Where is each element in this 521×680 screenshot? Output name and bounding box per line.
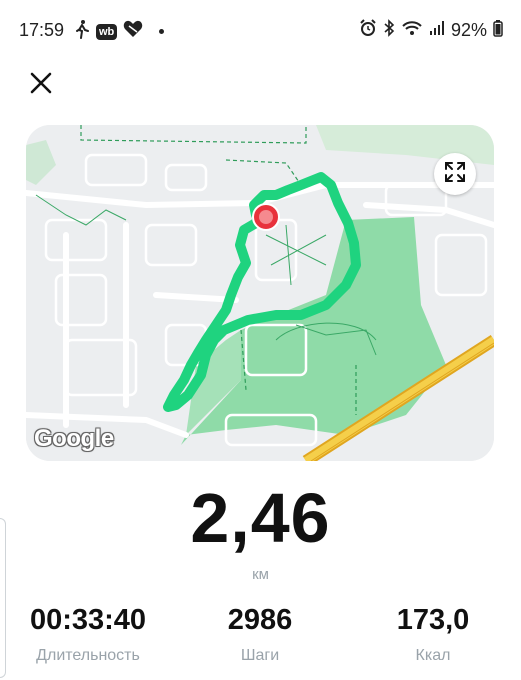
stat-calories: 173,0 Ккал <box>378 604 488 665</box>
status-left-icons: wb <box>74 19 165 44</box>
distance-value: 2,46 <box>190 479 331 557</box>
stat-duration-label: Длительность <box>36 647 140 664</box>
stat-steps-label: Шаги <box>240 647 280 664</box>
stat-steps: 2986 Шаги <box>200 604 320 665</box>
route-map[interactable]: Google <box>26 125 494 461</box>
alarm-icon <box>359 19 377 42</box>
stat-duration: 00:33:40 Длительность <box>18 604 158 665</box>
edge-panel-handle[interactable] <box>0 518 6 678</box>
stat-steps-value: 2986 <box>227 604 293 636</box>
google-attribution[interactable]: Google <box>34 425 114 453</box>
status-right: 92% <box>359 19 503 42</box>
heart-icon <box>123 20 143 43</box>
status-time: 17:59 <box>19 20 65 40</box>
signal-icon <box>429 20 445 41</box>
stat-duration-value: 00:33:40 <box>29 604 147 636</box>
wb-badge: wb <box>96 23 118 40</box>
battery-percent: 92% <box>450 20 487 40</box>
map-canvas <box>26 125 494 461</box>
stat-calories-label: Ккал <box>415 647 451 664</box>
expand-icon <box>444 161 466 188</box>
distance-unit: км <box>252 566 269 583</box>
walk-icon <box>74 19 90 44</box>
stat-calories-value: 173,0 <box>396 604 470 636</box>
battery-icon <box>493 19 503 42</box>
expand-map-button[interactable] <box>434 153 476 195</box>
status-bar: 17:59 wb 92% <box>0 0 521 60</box>
close-button[interactable] <box>26 68 56 98</box>
close-icon <box>26 72 56 102</box>
bluetooth-icon <box>383 19 395 42</box>
wifi-icon <box>401 19 423 42</box>
notification-dot <box>159 29 165 34</box>
